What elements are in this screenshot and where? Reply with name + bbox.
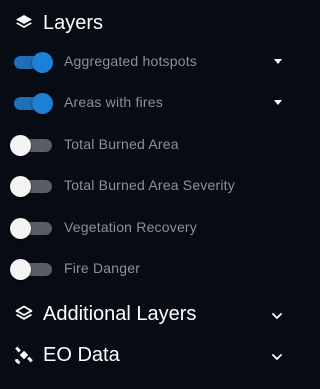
chevron-down-icon[interactable] xyxy=(270,350,284,364)
layer-row-total-burned-area: Total Burned Area xyxy=(0,130,298,158)
layer-row-fire-danger: Fire Danger xyxy=(0,254,298,282)
eo-data-section-header[interactable]: EO Data xyxy=(0,340,298,370)
caret-down-icon[interactable] xyxy=(274,100,282,105)
layers-title: Layers xyxy=(43,11,104,34)
eo-data-title: EO Data xyxy=(43,343,120,366)
toggle-knob xyxy=(32,52,53,73)
layers-outline-icon xyxy=(14,304,34,324)
layer-label: Areas with fires xyxy=(64,94,163,110)
layer-label: Fire Danger xyxy=(64,260,141,276)
layer-label: Aggregated hotspots xyxy=(64,53,198,69)
layers-section-header: Layers xyxy=(0,8,298,38)
layers-panel: Layers Aggregated hotspots Areas with fi… xyxy=(0,0,298,389)
layers-icon xyxy=(14,13,34,33)
chevron-down-icon[interactable] xyxy=(270,309,284,323)
additional-layers-title: Additional Layers xyxy=(43,302,197,325)
satellite-icon xyxy=(14,345,34,365)
toggle-knob xyxy=(10,218,31,239)
layer-row-total-burned-area-severity: Total Burned Area Severity xyxy=(0,171,298,199)
caret-down-icon[interactable] xyxy=(274,59,282,64)
toggle-knob xyxy=(10,135,31,156)
layer-row-aggregated-hotspots: Aggregated hotspots xyxy=(0,47,298,75)
layer-label: Vegetation Recovery xyxy=(64,219,197,235)
total-burned-area-toggle[interactable] xyxy=(10,135,52,156)
aggregated-hotspots-toggle[interactable] xyxy=(10,52,53,73)
total-burned-area-severity-toggle[interactable] xyxy=(10,176,52,197)
layer-label: Total Burned Area xyxy=(64,136,179,152)
toggle-knob xyxy=(10,259,31,280)
layer-row-areas-with-fires: Areas with fires xyxy=(0,88,298,116)
layer-row-vegetation-recovery: Vegetation Recovery xyxy=(0,213,298,241)
vegetation-recovery-toggle[interactable] xyxy=(10,218,52,239)
toggle-knob xyxy=(10,176,31,197)
toggle-knob xyxy=(32,93,53,114)
areas-with-fires-toggle[interactable] xyxy=(10,93,53,114)
fire-danger-toggle[interactable] xyxy=(10,259,52,280)
layer-label: Total Burned Area Severity xyxy=(64,177,235,193)
additional-layers-section-header[interactable]: Additional Layers xyxy=(0,299,298,329)
